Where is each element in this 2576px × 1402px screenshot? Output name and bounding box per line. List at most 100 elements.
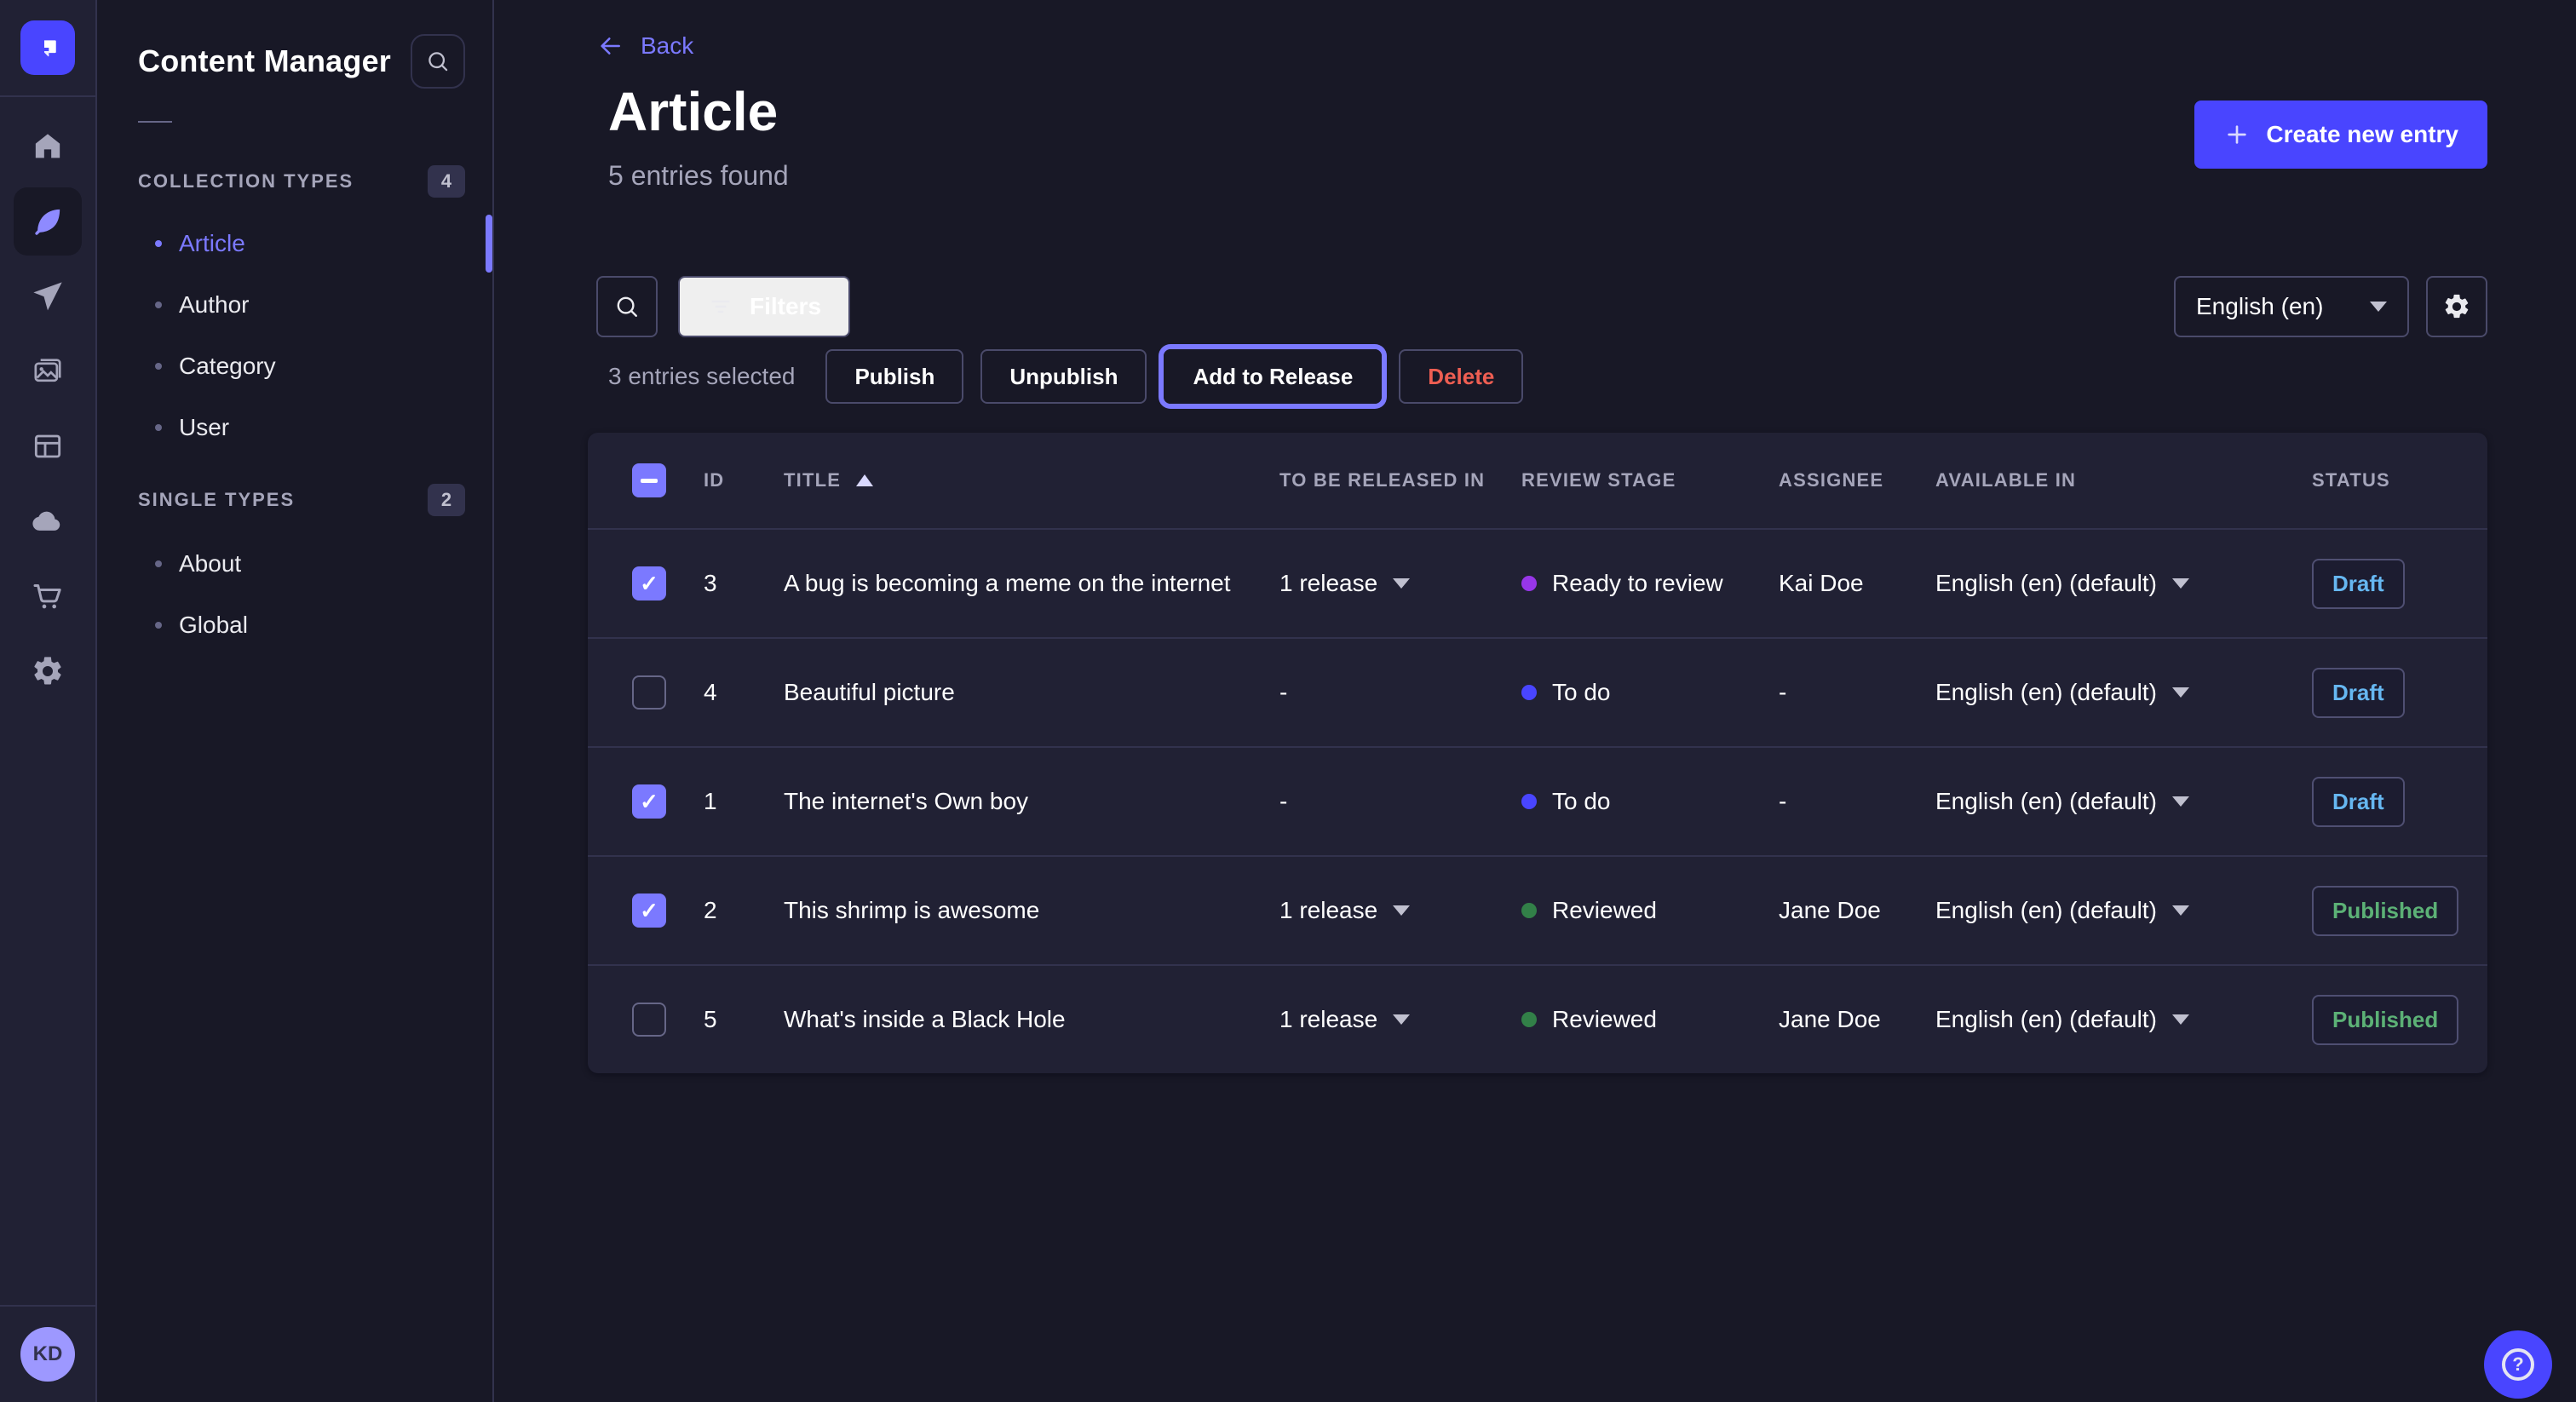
gear-icon xyxy=(2442,292,2471,321)
sidebar-item-label: Global xyxy=(179,612,248,639)
cell-available-in[interactable]: English (en) (default) xyxy=(1935,788,2312,815)
cell-available-in[interactable]: English (en) (default) xyxy=(1935,1006,2312,1033)
table-row[interactable]: 4 Beautiful picture - To do - English (e… xyxy=(588,637,2487,746)
home-icon[interactable] xyxy=(14,112,82,181)
column-header-release[interactable]: TO BE RELEASED IN xyxy=(1279,469,1521,491)
bullet-icon xyxy=(155,622,162,629)
select-all-checkbox[interactable] xyxy=(632,463,666,497)
cell-release[interactable]: 1 release xyxy=(1279,570,1521,597)
selected-count-text: 3 entries selected xyxy=(608,363,795,390)
chevron-down-icon xyxy=(2172,796,2189,807)
filter-icon xyxy=(707,293,734,320)
table-row[interactable]: 3 A bug is becoming a meme on the intern… xyxy=(588,528,2487,637)
media-library-icon[interactable] xyxy=(14,337,82,405)
chevron-down-icon xyxy=(2172,905,2189,916)
column-header-assignee[interactable]: ASSIGNEE xyxy=(1779,469,1935,491)
chevron-down-icon xyxy=(2172,1014,2189,1025)
question-mark-icon: ? xyxy=(2502,1348,2534,1381)
filters-label: Filters xyxy=(750,293,821,320)
entries-table: ID TITLE TO BE RELEASED IN REVIEW STAGE … xyxy=(588,433,2487,1073)
cloud-icon[interactable] xyxy=(14,487,82,555)
row-checkbox[interactable] xyxy=(632,675,666,710)
column-header-status[interactable]: STATUS xyxy=(2312,469,2487,491)
status-badge: Published xyxy=(2312,995,2458,1045)
delete-button[interactable]: Delete xyxy=(1399,349,1523,404)
cell-release: - xyxy=(1279,679,1521,706)
search-icon xyxy=(424,48,451,75)
chevron-down-icon xyxy=(1393,1014,1410,1025)
table-search-button[interactable] xyxy=(596,276,658,337)
cell-assignee: Jane Doe xyxy=(1779,1006,1935,1033)
table-row[interactable]: 2 This shrimp is awesome 1 release Revie… xyxy=(588,855,2487,964)
sidebar-item-global[interactable]: Global xyxy=(155,605,479,646)
row-checkbox[interactable] xyxy=(632,784,666,819)
create-button-label: Create new entry xyxy=(2266,121,2458,148)
page-title: Article xyxy=(608,80,778,143)
row-checkbox[interactable] xyxy=(632,893,666,928)
stage-dot-icon xyxy=(1521,685,1537,700)
cell-release[interactable]: 1 release xyxy=(1279,1006,1521,1033)
single-types-label: SINGLE TYPES xyxy=(138,489,295,511)
settings-icon[interactable] xyxy=(14,637,82,705)
column-header-review-stage[interactable]: REVIEW STAGE xyxy=(1521,469,1779,491)
sidebar-item-category[interactable]: Category xyxy=(155,346,479,387)
sidebar-item-label: Author xyxy=(179,291,250,319)
locale-selected-value: English (en) xyxy=(2196,293,2323,320)
sidebar-item-about[interactable]: About xyxy=(155,543,479,584)
table-settings-button[interactable] xyxy=(2426,276,2487,337)
collection-types-label: COLLECTION TYPES xyxy=(138,170,354,192)
locale-select[interactable]: English (en) xyxy=(2174,276,2409,337)
cell-assignee: Jane Doe xyxy=(1779,897,1935,924)
table-row[interactable]: 1 The internet's Own boy - To do - Engli… xyxy=(588,746,2487,855)
cell-available-in[interactable]: English (en) (default) xyxy=(1935,897,2312,924)
send-icon[interactable] xyxy=(14,262,82,330)
cell-release: - xyxy=(1279,788,1521,815)
back-link[interactable]: Back xyxy=(596,32,693,60)
sidebar-item-user[interactable]: User xyxy=(155,407,479,448)
sidebar-item-label: About xyxy=(179,550,241,577)
layout-icon[interactable] xyxy=(14,412,82,480)
chevron-down-icon xyxy=(2172,578,2189,589)
add-to-release-button[interactable]: Add to Release xyxy=(1164,349,1382,404)
sidebar-divider xyxy=(138,121,172,123)
column-header-available-in[interactable]: AVAILABLE IN xyxy=(1935,469,2312,491)
cell-available-in[interactable]: English (en) (default) xyxy=(1935,570,2312,597)
create-new-entry-button[interactable]: Create new entry xyxy=(2194,101,2487,169)
sidebar-item-article[interactable]: Article xyxy=(155,223,479,264)
sidebar-search-button[interactable] xyxy=(411,34,465,89)
cell-title: The internet's Own boy xyxy=(784,788,1279,815)
strapi-logo[interactable] xyxy=(20,20,75,75)
row-checkbox[interactable] xyxy=(632,566,666,600)
publish-button[interactable]: Publish xyxy=(825,349,963,404)
help-button[interactable]: ? xyxy=(2484,1330,2552,1399)
chevron-down-icon xyxy=(1393,905,1410,916)
column-header-id[interactable]: ID xyxy=(704,469,784,491)
content-manager-icon[interactable] xyxy=(14,187,82,256)
bullet-icon xyxy=(155,363,162,370)
unpublish-button[interactable]: Unpublish xyxy=(980,349,1147,404)
stage-dot-icon xyxy=(1521,903,1537,918)
cart-icon[interactable] xyxy=(14,562,82,630)
filters-button[interactable]: Filters xyxy=(678,276,850,337)
sort-ascending-icon[interactable] xyxy=(856,474,873,486)
single-types-section: SINGLE TYPES 2 xyxy=(138,484,465,516)
strapi-admin-app: KD Content Manager COLLECTION TYPES 4 Ar… xyxy=(0,0,2576,1402)
cell-title: This shrimp is awesome xyxy=(784,897,1279,924)
rail-divider xyxy=(0,95,95,97)
cell-available-in[interactable]: English (en) (default) xyxy=(1935,679,2312,706)
table-row[interactable]: 5 What's inside a Black Hole 1 release R… xyxy=(588,964,2487,1073)
chevron-down-icon xyxy=(2370,302,2387,312)
cell-assignee: - xyxy=(1779,788,1935,815)
chevron-down-icon xyxy=(1393,578,1410,589)
row-checkbox[interactable] xyxy=(632,1003,666,1037)
cell-release[interactable]: 1 release xyxy=(1279,897,1521,924)
sidebar-item-author[interactable]: Author xyxy=(155,284,479,325)
bullet-icon xyxy=(155,302,162,308)
strapi-logo-icon xyxy=(34,34,61,61)
cell-title: What's inside a Black Hole xyxy=(784,1006,1279,1033)
cell-review-stage: Ready to review xyxy=(1521,570,1779,597)
search-icon xyxy=(612,292,641,321)
user-avatar[interactable]: KD xyxy=(20,1327,75,1382)
plus-icon xyxy=(2223,121,2251,148)
column-header-title[interactable]: TITLE xyxy=(784,469,1279,491)
